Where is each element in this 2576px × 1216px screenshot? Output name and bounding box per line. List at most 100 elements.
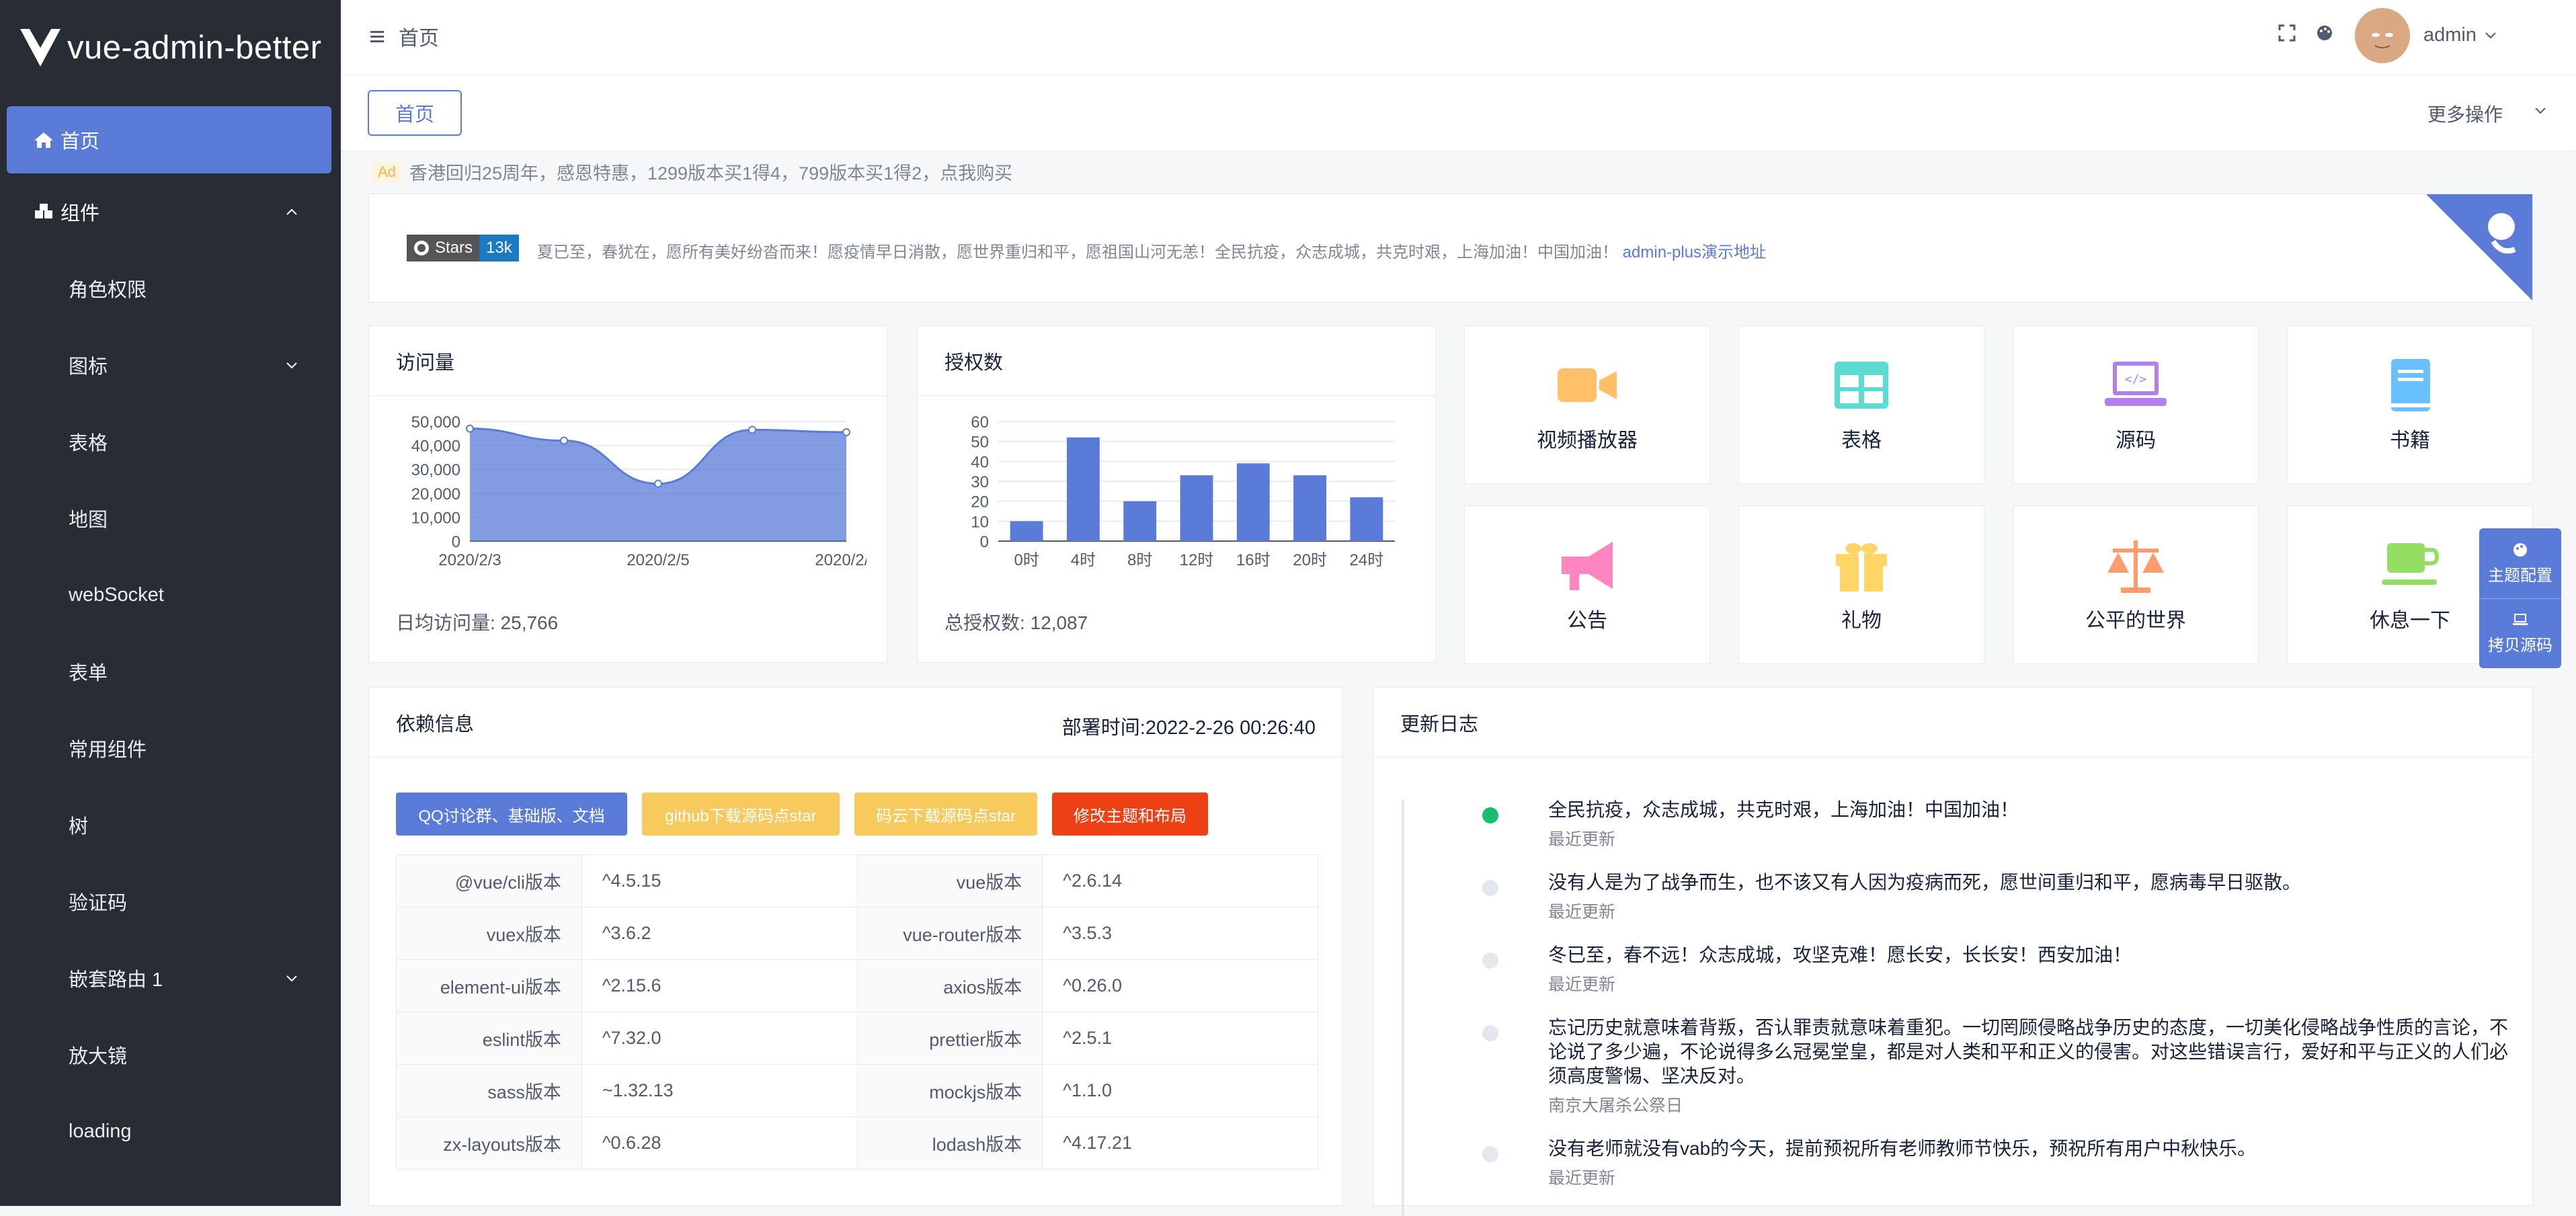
shortcut-label: 源码 bbox=[2116, 430, 2156, 452]
shortcut-source[interactable]: </> 源码 bbox=[2013, 325, 2259, 484]
table-row: sass版本 ~1.32.13 mockjs版本 ^1.1.0 bbox=[396, 1064, 1318, 1117]
github-download-button[interactable]: github下载源码点star bbox=[642, 793, 840, 836]
dep-version: ^2.15.6 bbox=[581, 959, 858, 1012]
timeline-line bbox=[1402, 799, 1404, 1216]
y-tick-label: 10 bbox=[971, 513, 989, 531]
sidebar-item-nested-route[interactable]: 嵌套路由 1 bbox=[0, 940, 341, 1016]
timeline-content: 冬已至，春不远！众志成城，攻坚克难！愿长安，长长安！西安加油！ bbox=[1548, 944, 2132, 965]
visits-card: 访问量 0 10,000 20,000 30,000 40,000 50,000 2020/… bbox=[368, 325, 887, 663]
dep-version: ^3.6.2 bbox=[581, 907, 858, 960]
bar bbox=[1350, 497, 1383, 541]
fullscreen-icon[interactable] bbox=[2277, 23, 2297, 43]
sidebar-item-loading[interactable]: loading bbox=[0, 1093, 341, 1170]
sidebar-item-map[interactable]: 地图 bbox=[0, 480, 341, 557]
sidebar-item-label: webSocket bbox=[69, 583, 164, 606]
theme-layout-button[interactable]: 修改主题和布局 bbox=[1052, 793, 1208, 836]
shortcut-announcement[interactable]: 公告 bbox=[1464, 505, 1710, 664]
book-icon bbox=[2391, 359, 2430, 411]
gitee-download-button[interactable]: 码云下载源码点star bbox=[854, 793, 1037, 836]
sidebar-item-label: 表格 bbox=[69, 433, 108, 454]
x-tick-label: 2020/2/5 bbox=[627, 551, 689, 569]
sidebar-item-label: 组件 bbox=[61, 203, 100, 225]
dependency-table: @vue/cli版本 ^4.5.15 vue版本 ^2.6.14 vuex版本 ^3.6… bbox=[396, 854, 1318, 1170]
dep-key: @vue/cli版本 bbox=[396, 854, 582, 907]
username[interactable]: admin bbox=[2423, 24, 2477, 46]
data-point bbox=[748, 425, 756, 434]
admin-plus-link[interactable]: admin-plus演示地址 bbox=[1623, 243, 1766, 261]
chevron-up-icon bbox=[286, 208, 297, 215]
breadcrumb[interactable]: 首页 bbox=[399, 22, 439, 51]
x-tick-label: 24时 bbox=[1350, 551, 1384, 569]
dep-key: vuex版本 bbox=[396, 907, 582, 960]
theme-config-button[interactable]: 主题配置 bbox=[2479, 528, 2561, 598]
bar bbox=[1180, 475, 1213, 541]
sidebar-item-websocket[interactable]: webSocket bbox=[0, 557, 341, 633]
sidebar-item-icons[interactable]: 图标 bbox=[0, 327, 341, 403]
copy-source-label: 拷贝源码 bbox=[2488, 637, 2552, 655]
timeline-item: 没有人是为了战争而生，也不该又有人因为疫病而死，愿世间重归和平，愿病毒早日驱散。… bbox=[1461, 870, 2509, 923]
sidebar-item-label: 嵌套路由 1 bbox=[69, 969, 163, 991]
y-tick-label: 30,000 bbox=[411, 461, 460, 479]
logo[interactable]: vue-admin-better bbox=[0, 0, 341, 95]
chevron-down-icon[interactable] bbox=[2532, 102, 2548, 118]
dep-key: prettier版本 bbox=[856, 1012, 1043, 1065]
dep-version: ^4.17.21 bbox=[1042, 1117, 1318, 1170]
table-row: vuex版本 ^3.6.2 vue-router版本 ^3.5.3 bbox=[396, 907, 1318, 960]
sidebar-item-label: 常用组件 bbox=[69, 739, 147, 761]
palette-icon[interactable] bbox=[2315, 23, 2335, 43]
timeline-item: 忘记历史就意味着背叛，否认罪责就意味着重犯。一切罔顾侵略战争历史的态度，一切美化… bbox=[1461, 1016, 2509, 1117]
dep-key: zx-layouts版本 bbox=[396, 1117, 582, 1170]
data-point bbox=[654, 479, 662, 488]
ad-badge: Ad bbox=[372, 161, 401, 182]
notice-message: 夏已至，春犹在，愿所有美好纷沓而来！愿疫情早日消散，愿世界重归和平，愿祖国山河无… bbox=[537, 243, 1618, 261]
copy-source-button[interactable]: 拷贝源码 bbox=[2479, 598, 2561, 668]
gift-icon bbox=[1836, 543, 1887, 592]
sidebar-item-home[interactable]: 首页 bbox=[7, 106, 331, 173]
sidebar-item-label: 首页 bbox=[61, 131, 100, 153]
sidebar-item-roles[interactable]: 角色权限 bbox=[0, 250, 341, 327]
table-row: zx-layouts版本 ^0.6.28 lodash版本 ^4.17.21 bbox=[396, 1117, 1318, 1170]
tabs-bar: 首页 更多操作 bbox=[341, 75, 2576, 151]
x-tick-label: 20时 bbox=[1293, 551, 1327, 569]
chevron-down-icon[interactable] bbox=[2483, 27, 2499, 43]
x-tick-label: 4时 bbox=[1071, 551, 1096, 569]
stars-count: 13k bbox=[479, 235, 519, 261]
sidebar-item-components[interactable]: 组件 bbox=[0, 173, 341, 250]
visits-footer: 日均访问量: 25,766 bbox=[396, 612, 559, 633]
sidebar-item-form[interactable]: 表单 bbox=[0, 633, 341, 710]
bar bbox=[1066, 437, 1100, 541]
shortcut-video-player[interactable]: 视频播放器 bbox=[1464, 325, 1710, 484]
github-stars-badge[interactable]: Stars 13k bbox=[407, 235, 519, 261]
sidebar-item-captcha[interactable]: 验证码 bbox=[0, 863, 341, 940]
timeline-dot bbox=[1482, 1025, 1498, 1041]
sidebar-item-magnifier[interactable]: 放大镜 bbox=[0, 1016, 341, 1093]
x-tick-label: 2020/2/3 bbox=[438, 551, 501, 569]
shortcut-gift[interactable]: 礼物 bbox=[1738, 505, 1984, 664]
y-tick-label: 20,000 bbox=[411, 485, 460, 503]
timeline-time: 最近更新 bbox=[1548, 1169, 1616, 1188]
data-point bbox=[466, 424, 474, 433]
auth-bar-chart: 0 1020 30 4050 60 0时 4时 8时 12时 16时 20时 24时 bbox=[971, 413, 1395, 569]
auth-card: 授权数 0 10 20 30 40 50 60 0时 4时 8时 12时 16时 20时 24时 总授权数… bbox=[917, 325, 1436, 663]
sidebar-item-label: 放大镜 bbox=[69, 1046, 128, 1067]
tab-home[interactable]: 首页 bbox=[368, 90, 462, 136]
y-tick-label: 40,000 bbox=[411, 438, 460, 456]
menu-toggle-icon[interactable] bbox=[369, 28, 385, 44]
sidebar-item-tree[interactable]: 树 bbox=[0, 786, 341, 863]
shortcut-table[interactable]: 表格 bbox=[1738, 325, 1984, 484]
y-tick-label: 50,000 bbox=[411, 413, 460, 432]
github-icon bbox=[414, 241, 429, 255]
y-tick-label: 30 bbox=[971, 473, 989, 491]
avatar[interactable] bbox=[2355, 8, 2410, 63]
sidebar-item-common-components[interactable]: 常用组件 bbox=[0, 710, 341, 786]
dep-version: ^0.6.28 bbox=[581, 1117, 858, 1170]
timeline-dot bbox=[1482, 1146, 1498, 1162]
github-corner-icon[interactable] bbox=[2426, 194, 2532, 300]
sidebar-item-table[interactable]: 表格 bbox=[0, 403, 341, 480]
shortcut-fair-world[interactable]: 公平的世界 bbox=[2013, 505, 2259, 664]
qq-group-button[interactable]: QQ讨论群、基础版、文档 bbox=[396, 793, 627, 836]
notice-text: 夏已至，春犹在，愿所有美好纷沓而来！愿疫情早日消散，愿世界重归和平，愿祖国山河无… bbox=[537, 239, 1766, 262]
shortcut-books[interactable]: 书籍 bbox=[2287, 325, 2533, 484]
ad-banner[interactable]: Ad 香港回归25周年，感恩特惠，1299版本买1得4，799版本买1得2，点我… bbox=[372, 159, 1012, 185]
more-actions[interactable]: 更多操作 bbox=[2427, 100, 2503, 127]
